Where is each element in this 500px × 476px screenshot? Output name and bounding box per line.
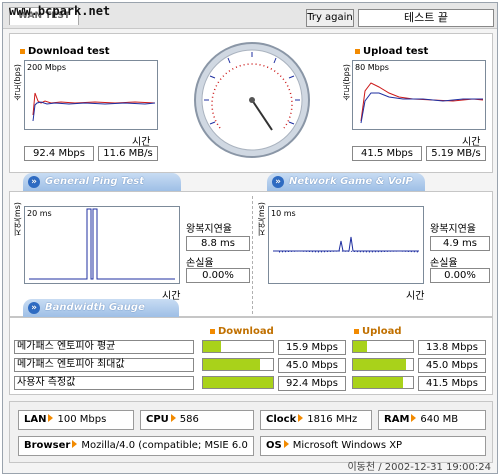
game-chart <box>273 236 420 253</box>
gauge-row-2-up-value: 41.5 Mbps <box>418 376 486 391</box>
game-graph: 10 ms <box>268 206 424 284</box>
download-chart <box>32 92 156 122</box>
browser-info: Browser Mozilla/4.0 (compatible; MSIE 6.0 <box>18 436 254 456</box>
game-loss-value: 0.00% <box>430 268 490 283</box>
gauge-row-2-down-value: 92.4 Mbps <box>278 376 346 391</box>
gauge-fill <box>203 377 273 388</box>
game-rtt-value: 4.9 ms <box>430 236 490 251</box>
gauge-row-label-2: 사용자 측정값 <box>14 376 194 390</box>
gauge-panel: Download Upload 메가패스 엔토피아 평균 15.9 Mbps 1… <box>9 317 493 395</box>
test-status: 테스트 끝 <box>358 9 494 27</box>
download-mbs: 11.6 MB/s <box>98 146 158 161</box>
footer-credit: 이동천 / 2002-12-31 19:00:24 <box>347 462 491 473</box>
game-banner: »Network Game & VoIP Test <box>267 173 425 205</box>
upload-graph: 80 Mbps <box>352 60 486 130</box>
gauge-upload-header: Upload <box>354 326 401 337</box>
upload-mbps: 41.5 Mbps <box>352 146 422 161</box>
upload-title: Upload test <box>355 46 428 57</box>
sysinfo-panel: LAN 100 Mbps CPU 586 Clock 1816 MHz RAM 640 … <box>9 401 493 463</box>
download-y-label: 속도(bps) <box>13 64 22 101</box>
game-x-label: 시간 <box>406 291 425 302</box>
gauge-row-0-up-value: 13.8 Mbps <box>418 340 486 355</box>
ping-loss-value: 0.00% <box>186 268 250 283</box>
gauge-row-1-down-value: 45.0 Mbps <box>278 358 346 373</box>
game-rtt-label: 왕복지연율 <box>430 224 476 235</box>
top-toolbar: WAN TEST www.bcpark.net Try again 테스트 끝 <box>3 3 497 29</box>
speed-gauge <box>194 42 310 158</box>
gauge-fill <box>353 377 404 388</box>
download-graph: 200 Mbps <box>24 60 158 130</box>
gauge-row-label-0: 메가패스 엔토피아 평균 <box>14 340 194 354</box>
ping-rtt-label: 왕복지연율 <box>186 224 232 235</box>
gauge-row-0-up-bar <box>352 340 414 353</box>
gauge-download-header: Download <box>210 326 274 337</box>
upload-y-label: 속도(bps) <box>342 64 351 101</box>
gauge-fill <box>203 359 261 370</box>
site-url: www.bcpark.net <box>9 4 111 18</box>
speed-panel: Download test 속도(bps) 200 Mbps 시간 92.4 M… <box>9 33 493 173</box>
gauge-row-1-up-bar <box>352 358 414 371</box>
ping-loss-label: 손실율 <box>186 258 214 269</box>
clock-info: Clock 1816 MHz <box>260 410 372 430</box>
gauge-fill <box>353 341 368 352</box>
game-y-label: 지연(ms) <box>257 202 266 237</box>
app-window: WAN TEST www.bcpark.net Try again 테스트 끝 … <box>2 2 498 474</box>
gauge-row-1-up-value: 45.0 Mbps <box>418 358 486 373</box>
ping-y-label: 지연(ms) <box>13 202 22 237</box>
ram-info: RAM 640 MB <box>378 410 486 430</box>
ping-banner-icon: » <box>28 176 40 188</box>
gauge-row-2-up-bar <box>352 376 414 389</box>
gauge-row-0-down-bar <box>202 340 274 353</box>
game-loss-label: 손실율 <box>430 258 458 269</box>
download-title: Download test <box>20 46 110 57</box>
gauge-row-2-down-bar <box>202 376 274 389</box>
ping-graph: 20 ms <box>24 206 180 284</box>
lan-info: LAN 100 Mbps <box>18 410 134 430</box>
gauge-row-label-1: 메가패스 엔토피아 최대값 <box>14 358 194 372</box>
gauge-row-1-down-bar <box>202 358 274 371</box>
upload-chart <box>360 82 484 124</box>
gauge-fill <box>353 359 406 370</box>
upload-mbs: 5.19 MB/s <box>426 146 486 161</box>
gauge-row-0-down-value: 15.9 Mbps <box>278 340 346 355</box>
gauge-banner: » Bandwidth Gauge <box>23 299 179 317</box>
ping-chart <box>29 208 175 280</box>
gauge-fill <box>203 341 222 352</box>
os-info: OS Microsoft Windows XP <box>260 436 486 456</box>
divider <box>252 196 253 314</box>
download-mbps: 92.4 Mbps <box>24 146 94 161</box>
cpu-info: CPU 586 <box>140 410 254 430</box>
ping-rtt-value: 8.8 ms <box>186 236 250 251</box>
game-banner-icon: » <box>272 176 284 188</box>
try-again-button[interactable]: Try again <box>306 9 354 27</box>
gauge-banner-icon: » <box>28 302 40 314</box>
ping-banner: » General Ping Test <box>23 173 181 191</box>
